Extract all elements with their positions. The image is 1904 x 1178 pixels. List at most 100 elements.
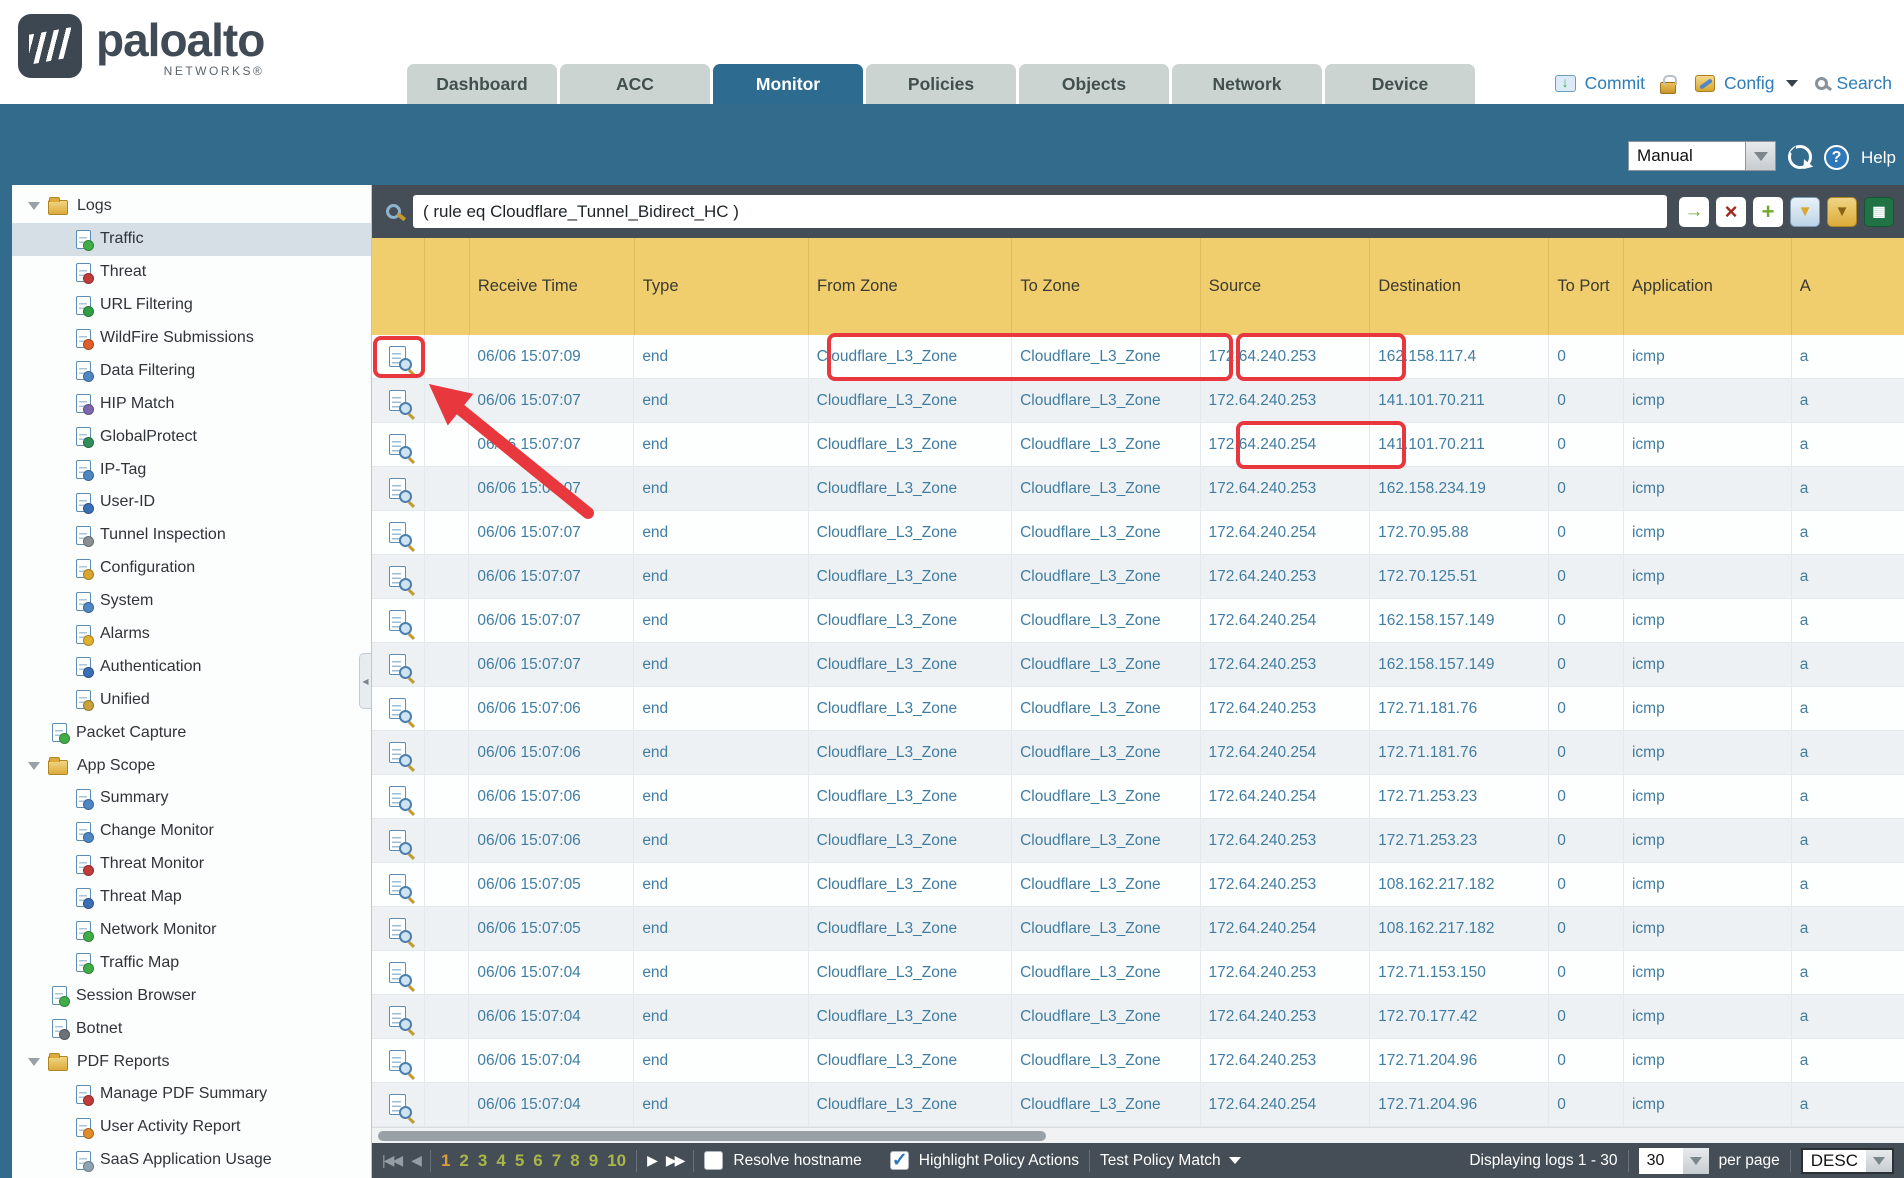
load-filter-icon[interactable] — [1827, 197, 1857, 227]
export-icon[interactable] — [1864, 197, 1894, 227]
sidebar-item-authentication[interactable]: Authentication — [12, 650, 371, 683]
tab-objects[interactable]: Objects — [1019, 64, 1169, 104]
tab-acc[interactable]: ACC — [560, 64, 710, 104]
log-detail-icon[interactable] — [389, 654, 406, 675]
per-page-dropdown-button[interactable] — [1683, 1148, 1709, 1174]
table-row[interactable]: 06/06 15:07:04endCloudflare_L3_ZoneCloud… — [372, 951, 1904, 995]
table-row[interactable]: 06/06 15:07:06endCloudflare_L3_ZoneCloud… — [372, 731, 1904, 775]
scrollbar-thumb[interactable] — [378, 1131, 1046, 1141]
column-header-application[interactable]: Application — [1623, 238, 1791, 335]
next-page-button[interactable]: ▶ — [647, 1152, 656, 1169]
table-row[interactable]: 06/06 15:07:04endCloudflare_L3_ZoneCloud… — [372, 1039, 1904, 1083]
sidebar-item-app-scope[interactable]: App Scope — [12, 749, 371, 782]
sidebar-item-summary[interactable]: Summary — [12, 782, 371, 815]
log-detail-icon[interactable] — [389, 786, 406, 807]
table-row[interactable]: 06/06 15:07:06endCloudflare_L3_ZoneCloud… — [372, 775, 1904, 819]
log-detail-icon[interactable] — [389, 390, 406, 411]
page-number[interactable]: 8 — [570, 1151, 579, 1171]
page-number[interactable]: 2 — [459, 1151, 468, 1171]
cell-detail[interactable] — [372, 467, 424, 510]
help-icon[interactable] — [1824, 145, 1849, 170]
tab-device[interactable]: Device — [1325, 64, 1475, 104]
table-row[interactable]: 06/06 15:07:09endCloudflare_L3_ZoneCloud… — [372, 335, 1904, 379]
per-page-select[interactable]: 30 — [1639, 1148, 1709, 1174]
cell-detail[interactable] — [372, 775, 424, 818]
table-row[interactable]: 06/06 15:07:04endCloudflare_L3_ZoneCloud… — [372, 1083, 1904, 1127]
log-detail-icon[interactable] — [389, 962, 406, 983]
page-number[interactable]: 3 — [478, 1151, 487, 1171]
log-detail-icon[interactable] — [389, 830, 406, 851]
tab-dashboard[interactable]: Dashboard — [407, 64, 557, 104]
log-detail-icon[interactable] — [389, 1094, 406, 1115]
prev-page-button[interactable]: ◀ — [411, 1152, 420, 1169]
filter-query-input[interactable] — [413, 195, 1667, 228]
sidebar-item-traffic[interactable]: Traffic — [12, 223, 371, 256]
sidebar-collapse-button[interactable] — [359, 653, 371, 709]
cell-detail[interactable] — [372, 1083, 424, 1126]
config-button[interactable]: Config — [1724, 73, 1775, 94]
page-number[interactable]: 10 — [607, 1151, 626, 1171]
log-detail-icon[interactable] — [389, 566, 406, 587]
commit-button[interactable]: Commit — [1585, 73, 1645, 94]
log-detail-icon[interactable] — [389, 434, 406, 455]
sidebar-item-url-filtering[interactable]: URL Filtering — [12, 289, 371, 322]
cell-detail[interactable] — [372, 423, 424, 466]
table-row[interactable]: 06/06 15:07:07endCloudflare_L3_ZoneCloud… — [372, 643, 1904, 687]
expand-triangle-icon[interactable] — [28, 202, 40, 210]
table-row[interactable]: 06/06 15:07:06endCloudflare_L3_ZoneCloud… — [372, 819, 1904, 863]
apply-filter-icon[interactable] — [1679, 197, 1709, 227]
cell-detail[interactable] — [372, 379, 424, 422]
column-header-from_zone[interactable]: From Zone — [808, 238, 1011, 335]
help-label[interactable]: Help — [1861, 148, 1896, 168]
sidebar-item-saas-application-usage[interactable]: SaaS Application Usage — [12, 1144, 371, 1177]
cell-detail[interactable] — [372, 599, 424, 642]
column-header-source[interactable]: Source — [1200, 238, 1370, 335]
cell-detail[interactable] — [372, 687, 424, 730]
tab-monitor[interactable]: Monitor — [713, 64, 863, 104]
cell-detail[interactable] — [372, 1039, 424, 1082]
sidebar-item-manage-pdf-summary[interactable]: Manage PDF Summary — [12, 1078, 371, 1111]
log-detail-icon[interactable] — [389, 522, 406, 543]
sidebar-item-user-activity-report[interactable]: User Activity Report — [12, 1111, 371, 1144]
page-number[interactable]: 5 — [515, 1151, 524, 1171]
sidebar-item-hip-match[interactable]: HIP Match — [12, 387, 371, 420]
sidebar-item-data-filtering[interactable]: Data Filtering — [12, 354, 371, 387]
sidebar-item-threat-map[interactable]: Threat Map — [12, 881, 371, 914]
sidebar-item-botnet[interactable]: Botnet — [12, 1012, 371, 1045]
test-policy-match-button[interactable]: Test Policy Match — [1100, 1152, 1241, 1170]
horizontal-scrollbar[interactable] — [372, 1127, 1904, 1143]
lock-icon[interactable] — [1660, 82, 1676, 94]
column-header-type[interactable]: Type — [634, 238, 808, 335]
refresh-mode-select[interactable]: Manual — [1628, 141, 1776, 171]
add-filter-icon[interactable] — [1753, 197, 1783, 227]
table-row[interactable]: 06/06 15:07:07endCloudflare_L3_ZoneCloud… — [372, 467, 1904, 511]
cell-detail[interactable] — [372, 731, 424, 774]
clear-filter-icon[interactable] — [1716, 197, 1746, 227]
filter-builder-icon[interactable] — [1790, 197, 1820, 227]
column-header-receive_time[interactable]: Receive Time — [469, 238, 634, 335]
sidebar-item-logs[interactable]: Logs — [12, 190, 371, 223]
sidebar-item-ip-tag[interactable]: IP-Tag — [12, 453, 371, 486]
sidebar-item-threat[interactable]: Threat — [12, 256, 371, 289]
refresh-icon[interactable] — [1788, 145, 1812, 169]
config-caret-icon[interactable] — [1786, 80, 1798, 87]
sidebar-item-globalprotect[interactable]: GlobalProtect — [12, 420, 371, 453]
sidebar-item-system[interactable]: System — [12, 585, 371, 618]
log-detail-icon[interactable] — [389, 1050, 406, 1071]
sidebar-item-alarms[interactable]: Alarms — [12, 618, 371, 651]
table-row[interactable]: 06/06 15:07:07endCloudflare_L3_ZoneCloud… — [372, 599, 1904, 643]
log-detail-icon[interactable] — [389, 478, 406, 499]
first-page-button[interactable]: |◀◀ — [382, 1152, 401, 1169]
table-row[interactable]: 06/06 15:07:05endCloudflare_L3_ZoneCloud… — [372, 863, 1904, 907]
sidebar-item-session-browser[interactable]: Session Browser — [12, 979, 371, 1012]
sidebar-item-network-monitor[interactable]: Network Monitor — [12, 914, 371, 947]
table-row[interactable]: 06/06 15:07:04endCloudflare_L3_ZoneCloud… — [372, 995, 1904, 1039]
table-row[interactable]: 06/06 15:07:07endCloudflare_L3_ZoneCloud… — [372, 423, 1904, 467]
cell-detail[interactable] — [372, 819, 424, 862]
sidebar-item-tunnel-inspection[interactable]: Tunnel Inspection — [12, 519, 371, 552]
cell-detail[interactable] — [372, 951, 424, 994]
table-row[interactable]: 06/06 15:07:07endCloudflare_L3_ZoneCloud… — [372, 511, 1904, 555]
cell-detail[interactable] — [372, 335, 424, 378]
sidebar-item-wildfire-submissions[interactable]: WildFire Submissions — [12, 322, 371, 355]
search-button[interactable]: Search — [1837, 73, 1892, 94]
